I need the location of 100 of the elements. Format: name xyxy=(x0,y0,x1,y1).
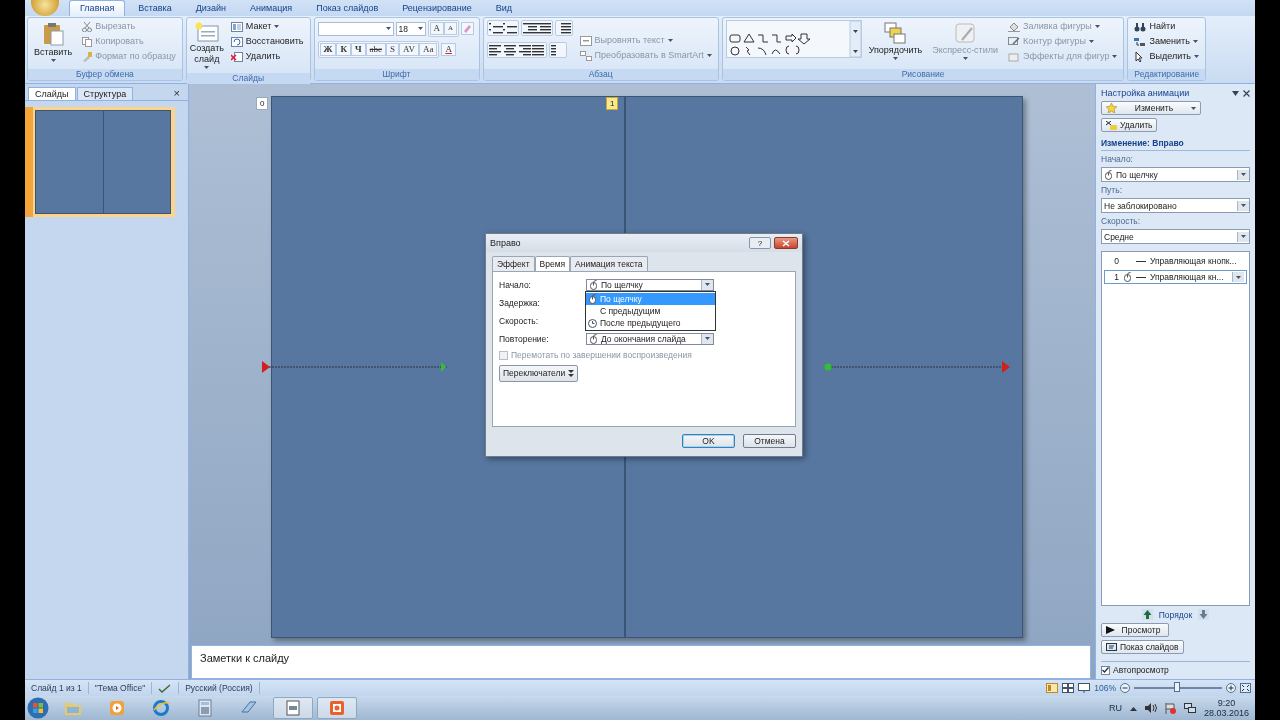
triggers-button[interactable]: Переключатели xyxy=(499,365,579,382)
help-button[interactable]: ? xyxy=(749,237,771,249)
zoom-out-icon[interactable] xyxy=(1120,683,1130,693)
animation-badge[interactable]: 0 xyxy=(256,97,269,110)
align-left-icon[interactable] xyxy=(488,44,503,56)
effect-item[interactable]: 0 Управляющая кнопк... xyxy=(1104,254,1247,268)
animation-badge[interactable]: 1 xyxy=(606,97,619,110)
effect-item[interactable]: 1 Управляющая кн... xyxy=(1104,270,1247,284)
align-center-icon[interactable] xyxy=(502,44,517,56)
remove-button[interactable]: Удалить xyxy=(1101,118,1158,132)
group-label: Буфер обмена xyxy=(28,69,182,80)
screen-icon xyxy=(1106,642,1117,652)
clock-date[interactable]: 28.03.2016 xyxy=(1203,708,1249,718)
numbered-list-icon[interactable] xyxy=(502,22,517,34)
caret-icon xyxy=(1112,55,1118,58)
notes-pane[interactable]: Заметки к слайду xyxy=(191,645,1091,679)
field-label: Начало: xyxy=(499,279,532,290)
up-arrow-icon[interactable] xyxy=(1141,609,1153,620)
ribbon-tab[interactable]: Вид xyxy=(484,0,523,16)
pane-tab[interactable]: Структура xyxy=(76,87,134,100)
reset-button[interactable]: Восстановить xyxy=(227,35,307,48)
zoom-slider[interactable] xyxy=(1174,682,1180,692)
ribbon-tab[interactable]: Показ слайдов xyxy=(305,0,390,16)
font-color-button[interactable]: A xyxy=(441,43,456,56)
chevron-up-icon[interactable] xyxy=(1129,705,1137,711)
align-right-icon[interactable] xyxy=(516,44,531,56)
language-indicator[interactable]: RU xyxy=(1108,703,1122,713)
dialog-tab[interactable]: Время xyxy=(534,256,571,272)
sorter-view-icon[interactable] xyxy=(1062,683,1075,693)
dropdown-field[interactable]: Не заблокировано xyxy=(1101,198,1250,213)
zoom-in-icon[interactable] xyxy=(1226,683,1236,693)
brush-icon xyxy=(82,51,93,62)
layout-button[interactable]: Макет xyxy=(227,20,307,33)
justify-icon[interactable] xyxy=(530,44,545,56)
format-button[interactable]: S xyxy=(386,43,400,56)
down-arrow-icon[interactable] xyxy=(1198,609,1210,620)
cancel-button[interactable]: Отмена xyxy=(743,434,796,448)
ok-button[interactable]: OK xyxy=(682,434,735,448)
format-button[interactable]: Ж xyxy=(319,43,337,56)
new-slide-button[interactable]: Создать слайд xyxy=(189,20,224,71)
network-icon[interactable] xyxy=(1183,703,1196,713)
taskbar-button[interactable] xyxy=(317,697,357,719)
dialog-tab[interactable]: Эффект xyxy=(492,256,535,271)
dropdown-field[interactable]: По щелчку xyxy=(1101,167,1250,182)
browser-icon xyxy=(152,699,170,717)
close-button[interactable]: × xyxy=(168,87,185,100)
flag-icon[interactable] xyxy=(1164,702,1176,714)
shapes-gallery[interactable] xyxy=(725,20,862,58)
close-icon[interactable] xyxy=(1243,89,1250,97)
format-button[interactable]: AV xyxy=(399,43,419,56)
font-size-field[interactable]: 18 xyxy=(395,21,426,36)
format-button[interactable]: К xyxy=(336,43,351,56)
pane-menu-icon[interactable] xyxy=(1232,90,1239,96)
paste-button[interactable]: Вставить xyxy=(31,20,76,64)
close-button[interactable] xyxy=(774,237,798,249)
arrange-button[interactable]: Упорядочить xyxy=(865,20,926,62)
slideshow-view-icon[interactable] xyxy=(1078,683,1091,693)
increase-indent-icon[interactable] xyxy=(536,22,551,34)
pane-tab[interactable]: Слайды xyxy=(28,87,76,100)
find-button[interactable]: Найти xyxy=(1131,20,1202,33)
speaker-icon[interactable] xyxy=(1144,703,1157,713)
ribbon-tab[interactable]: Главная xyxy=(69,0,126,16)
spell-check-icon[interactable] xyxy=(158,683,173,693)
dropdown-field[interactable]: По щелчку xyxy=(586,278,714,291)
dropdown-field[interactable]: До окончания слайда xyxy=(586,332,714,345)
checkbox[interactable]: Автопросмотр xyxy=(1101,665,1250,675)
fit-window-icon[interactable] xyxy=(1240,683,1251,693)
ribbon-tab[interactable]: Анимация xyxy=(239,0,304,16)
ribbon-tab[interactable]: Вставка xyxy=(127,0,183,16)
reset-icon xyxy=(230,36,243,47)
grow-font-button[interactable]: A xyxy=(429,22,444,35)
dropdown-option[interactable]: После предыдущего xyxy=(586,317,715,329)
delete-slide-button[interactable]: Удалить xyxy=(227,50,307,63)
dialog-tab[interactable]: Анимация текста xyxy=(570,256,648,271)
slide-show-button[interactable]: Показ слайдов xyxy=(1101,640,1184,654)
copy-icon xyxy=(82,36,93,47)
select-button[interactable]: Выделить xyxy=(1131,50,1202,63)
group-label: Редактирование xyxy=(1128,69,1205,80)
play-icon xyxy=(1106,626,1115,634)
slide-thumbnail[interactable] xyxy=(25,107,175,217)
change-button[interactable]: Изменить xyxy=(1101,101,1201,115)
ribbon-tab[interactable]: Дизайн xyxy=(184,0,237,16)
group-label: Рисование xyxy=(722,69,1124,80)
start-button[interactable] xyxy=(27,697,49,719)
arrange-icon xyxy=(884,22,907,44)
dropdown-field[interactable]: Средне xyxy=(1101,229,1250,244)
scissors-icon xyxy=(82,21,93,32)
dropdown-option[interactable]: С предыдущим xyxy=(586,305,715,317)
font-name-field[interactable] xyxy=(317,21,394,36)
taskbar-button[interactable] xyxy=(273,697,313,719)
field-label: Начало: xyxy=(1101,154,1134,164)
caret-icon xyxy=(706,54,712,57)
clock-time[interactable]: 9:20 xyxy=(1217,698,1236,708)
decrease-indent-icon[interactable] xyxy=(522,22,537,34)
play-button[interactable]: Просмотр xyxy=(1101,623,1169,637)
replace-button[interactable]: Заменить xyxy=(1131,35,1202,48)
motion-path-drawing[interactable] xyxy=(262,361,448,373)
ribbon-tab[interactable]: Рецензирование xyxy=(391,0,483,16)
calculator-icon xyxy=(196,699,214,717)
bullet-list-icon[interactable] xyxy=(488,22,503,34)
